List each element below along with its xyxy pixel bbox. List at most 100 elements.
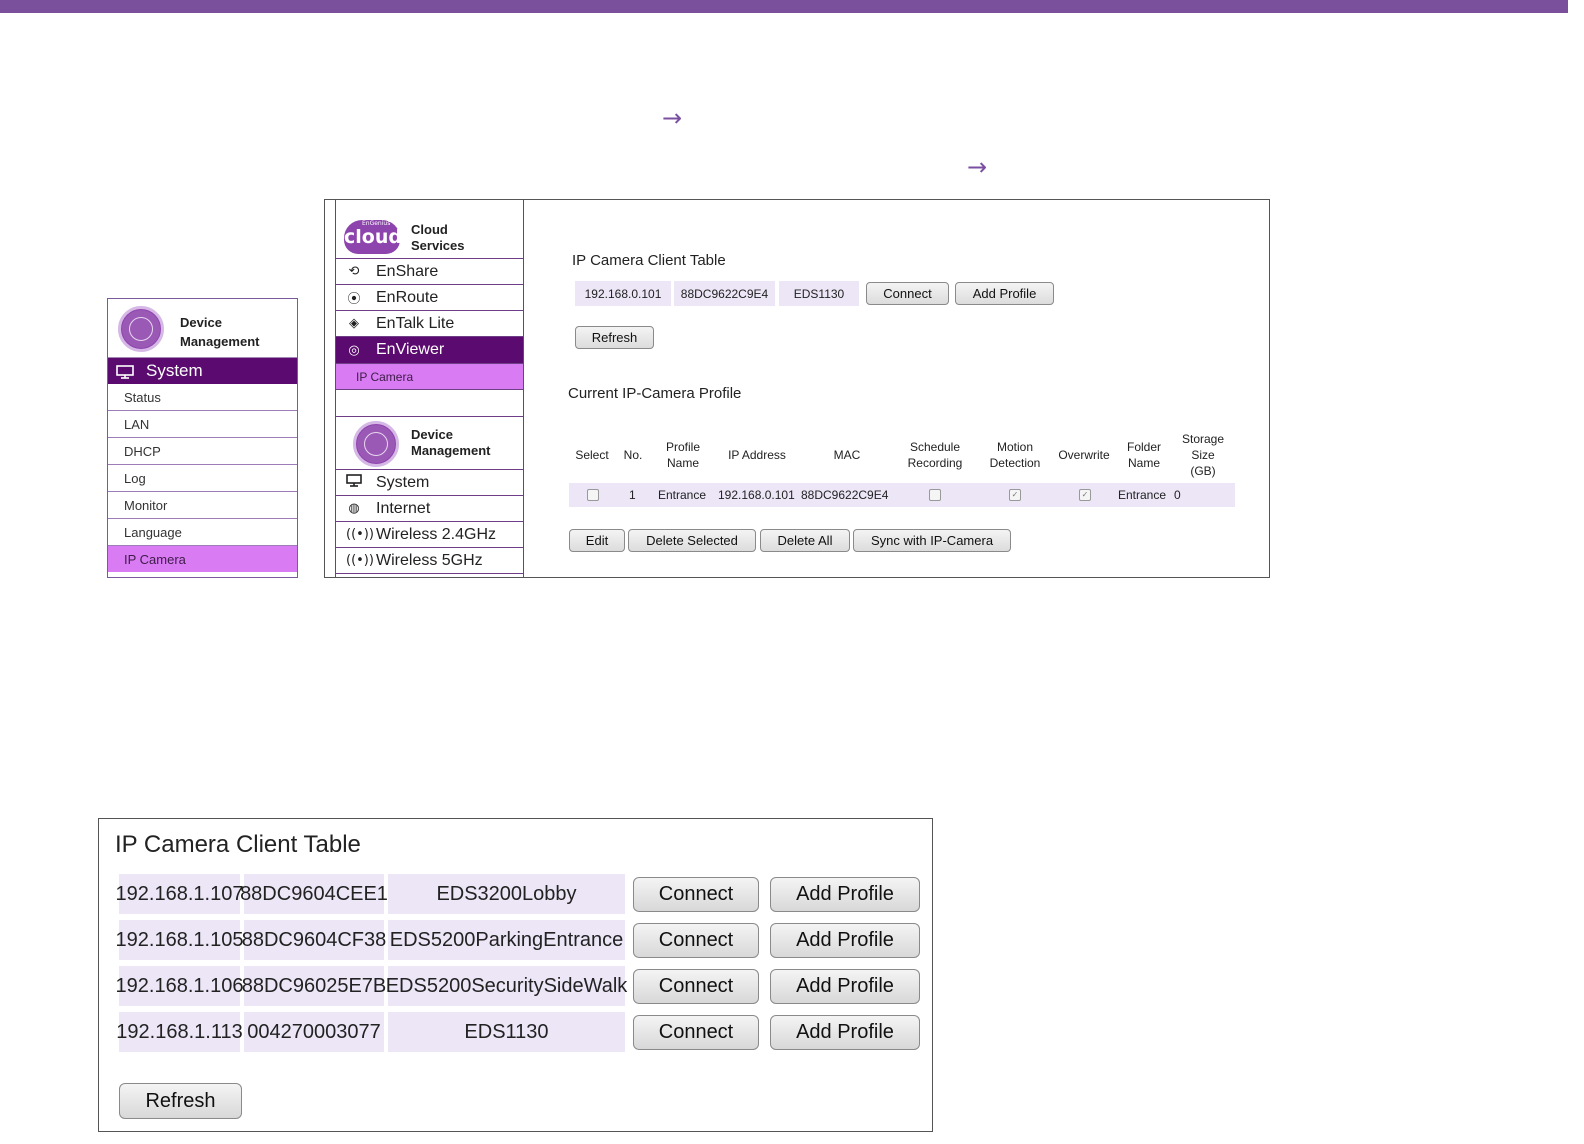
wireless-icon: ((•))	[346, 527, 374, 542]
cell-folder: Entrance	[1118, 488, 1167, 502]
sidebar-item-label: EnRoute	[376, 288, 439, 306]
add-profile-button[interactable]: Add Profile	[770, 969, 920, 1004]
col-select-header: Select	[575, 448, 609, 462]
top-header-bar	[0, 0, 1568, 13]
col-folder-header: Folder Name	[1126, 440, 1161, 470]
sidebar-item-enroute[interactable]: ⦿ EnRoute	[336, 285, 523, 311]
menu-item-dhcp[interactable]: DHCP	[108, 438, 297, 465]
profile-title: Current IP-Camera Profile	[568, 385, 742, 402]
sidebar-item-label: Wireless 2.4GHz	[376, 525, 497, 543]
sync-button[interactable]: Sync with IP-Camera	[853, 529, 1011, 552]
sidebar-item-label: System	[376, 473, 430, 491]
sidebar-item-wireless-24[interactable]: ((•)) Wireless 2.4GHz	[336, 522, 523, 548]
device-management-icon	[118, 306, 164, 352]
col-profile-name-header: Profile Name	[665, 440, 700, 470]
client-mac-cell: 88DC9604CF38	[242, 920, 386, 960]
motion-checkbox: ✓	[1009, 489, 1021, 501]
client-name-cell: EDS1130	[779, 281, 859, 306]
enviewer-screenshot: EnGenius cloud Cloud Services ⟲ EnShare ⦿…	[324, 199, 1270, 578]
client-ip-cell: 192.168.1.113	[116, 1012, 243, 1052]
header-title-line1: Device	[180, 315, 222, 330]
sidebar-item-label: EnViewer	[376, 341, 445, 358]
menu-item-lan[interactable]: LAN	[108, 411, 297, 438]
delete-selected-button[interactable]: Delete Selected	[628, 529, 756, 552]
menu-item-language[interactable]: Language	[108, 519, 297, 546]
connect-button[interactable]: Connect	[633, 1015, 759, 1050]
add-profile-button[interactable]: Add Profile	[770, 1015, 920, 1050]
arrow-right-icon: →	[967, 153, 988, 181]
add-profile-button[interactable]: Add Profile	[955, 282, 1054, 305]
sidebar-item-label: Internet	[376, 499, 431, 517]
device-title-line1: Device	[411, 427, 453, 442]
device-title-line2: Management	[411, 443, 491, 458]
menu-item-log[interactable]: Log	[108, 465, 297, 492]
sidebar-item-enshare[interactable]: ⟲ EnShare	[336, 259, 523, 285]
device-management-header: Device Management	[336, 416, 523, 470]
sidebar-subitem-ip-camera[interactable]: IP Camera	[336, 364, 523, 390]
refresh-button[interactable]: Refresh	[119, 1083, 242, 1119]
client-name-cell: EDS5200SecuritySideWalk	[386, 966, 627, 1006]
col-storage-header: Storage Size (GB)	[1181, 432, 1225, 478]
menu-item-status[interactable]: Status	[108, 384, 297, 411]
refresh-button[interactable]: Refresh	[575, 326, 654, 349]
col-ip-header: IP Address	[728, 448, 786, 462]
client-table-title: IP Camera Client Table	[115, 831, 361, 858]
col-motion-header: Motion Detection	[989, 440, 1041, 470]
menu-system-label: System	[146, 361, 203, 380]
sidebar: EnGenius cloud Cloud Services ⟲ EnShare ⦿…	[335, 200, 524, 577]
sidebar-item-label: EnTalk Lite	[376, 314, 455, 332]
cloud-logo-brand: EnGenius	[362, 220, 391, 227]
wireless-icon: ((•))	[346, 553, 374, 568]
cloud-services-header: EnGenius cloud Cloud Services	[336, 200, 523, 259]
sync-icon: ⟲	[348, 264, 360, 279]
talk-icon: ◈	[349, 316, 359, 331]
menu-item-ip-camera[interactable]: IP Camera	[108, 546, 297, 572]
monitor-icon	[116, 364, 134, 379]
sidebar-item-enviewer[interactable]: ◎ EnViewer	[336, 337, 523, 364]
client-table-zoom: IP Camera Client Table 192.168.1.107 88D…	[98, 818, 933, 1132]
client-name-cell: EDS5200ParkingEntrance	[388, 920, 625, 960]
col-overwrite-header: Overwrite	[1058, 448, 1110, 462]
sidebar-item-entalk-lite[interactable]: ◈ EnTalk Lite	[336, 311, 523, 337]
connect-button[interactable]: Connect	[633, 923, 759, 958]
cloud-title-line2: Services	[411, 238, 465, 253]
cell-no: 1	[629, 488, 636, 502]
client-name-cell: EDS1130	[388, 1012, 625, 1052]
cloud-logo-text: cloud	[344, 226, 402, 248]
connect-button[interactable]: Connect	[866, 282, 949, 305]
client-ip-cell: 192.168.0.101	[575, 281, 671, 306]
header-title-line2: Management	[180, 334, 260, 349]
client-mac-cell: 004270003077	[244, 1012, 384, 1052]
cell-ip: 192.168.0.101	[718, 488, 795, 502]
connect-button[interactable]: Connect	[633, 969, 759, 1004]
client-ip-cell: 192.168.1.107	[116, 874, 243, 914]
table-row: 1 Entrance 192.168.0.101 88DC9622C9E4 ✓ …	[569, 483, 1235, 507]
client-mac-cell: 88DC9604CEE1	[240, 874, 388, 914]
sidebar-item-internet[interactable]: ◍ Internet	[336, 496, 523, 522]
globe-icon: ◍	[348, 501, 360, 516]
cloud-logo-icon: EnGenius cloud	[344, 220, 402, 254]
edit-button[interactable]: Edit	[569, 529, 625, 552]
camera-lens-icon: ◎	[348, 342, 360, 358]
delete-all-button[interactable]: Delete All	[760, 529, 850, 552]
client-name-cell: EDS3200Lobby	[388, 874, 625, 914]
select-checkbox[interactable]	[587, 489, 599, 501]
schedule-checkbox	[929, 489, 941, 501]
sidebar-item-label: EnShare	[376, 262, 439, 280]
add-profile-button[interactable]: Add Profile	[770, 877, 920, 912]
col-mac-header: MAC	[833, 448, 861, 462]
menu-system[interactable]: System	[108, 358, 297, 384]
arrow-right-icon: →	[662, 104, 683, 132]
cell-size: 0	[1174, 488, 1181, 502]
sidebar-item-wireless-5[interactable]: ((•)) Wireless 5GHz	[336, 548, 523, 574]
add-profile-button[interactable]: Add Profile	[770, 923, 920, 958]
col-schedule-header: Schedule Recording	[907, 440, 963, 470]
menu-item-monitor[interactable]: Monitor	[108, 492, 297, 519]
client-ip-cell: 192.168.1.105	[116, 920, 243, 960]
connect-button[interactable]: Connect	[633, 877, 759, 912]
device-management-menu: Device Management System Status LAN DHCP …	[107, 298, 298, 578]
client-table-title: IP Camera Client Table	[572, 252, 726, 269]
cell-mac: 88DC9622C9E4	[801, 488, 889, 502]
device-management-icon	[353, 421, 399, 467]
sidebar-item-system[interactable]: System	[336, 470, 523, 496]
